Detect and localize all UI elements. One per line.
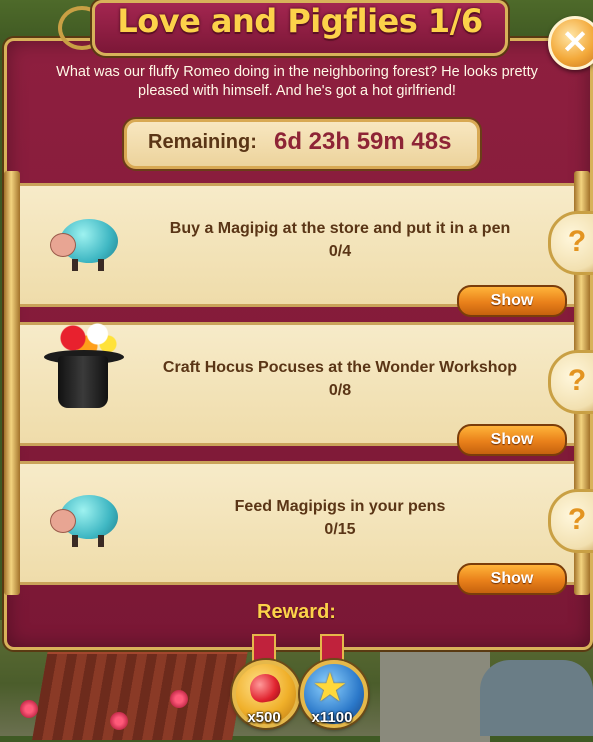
task-progress: 0/4: [328, 243, 352, 260]
close-button[interactable]: ✕: [548, 16, 593, 70]
background-roof: [32, 650, 248, 740]
pig-leg: [98, 259, 104, 271]
remaining-label: Remaining:: [148, 131, 257, 153]
show-button[interactable]: Show: [457, 285, 567, 317]
quest-description: What was our fluffy Romeo doing in the n…: [16, 63, 578, 101]
background-house-right: [480, 660, 593, 736]
task-row: Buy a Magipig at the store and put it in…: [0, 171, 593, 317]
pillar-ornament: [4, 449, 20, 595]
background-flower: [110, 712, 128, 730]
background-house: [380, 640, 490, 742]
background-flower: [170, 690, 188, 708]
pig-leg: [72, 535, 78, 547]
pig-leg: [72, 259, 78, 271]
pillar-ornament: [4, 171, 20, 317]
task-description: Craft Hocus Pocuses at the Wonder Worksh…: [162, 359, 518, 376]
pig-leg: [98, 535, 104, 547]
question-icon: ?: [567, 503, 587, 536]
reward-count: x500: [247, 709, 281, 726]
magipig-bowtie-icon: [50, 489, 120, 547]
pig-snout: [50, 233, 76, 257]
reward-heart-medal: x500: [232, 660, 300, 728]
remaining-time: 6d 23h 59m 48s: [274, 128, 452, 155]
task-progress: 0/15: [324, 521, 356, 538]
question-icon: ?: [567, 225, 587, 258]
dialog-title: Love and Pigflies 1/6: [117, 2, 483, 40]
reward-star-medal: ★ x1100: [300, 660, 368, 728]
heart-icon: [247, 671, 283, 705]
magipig-icon: [50, 213, 120, 271]
task-description: Feed Magipigs in your pens: [234, 498, 446, 515]
question-icon: ?: [567, 364, 587, 397]
task-description: Buy a Magipig at the store and put it in…: [169, 220, 511, 237]
task-progress: 0/8: [328, 382, 352, 399]
task-row: Craft Hocus Pocuses at the Wonder Worksh…: [0, 310, 593, 456]
show-button[interactable]: Show: [457, 563, 567, 595]
pillar-ornament: [4, 310, 20, 456]
task-row: Feed Magipigs in your pens 0/15 ? Show: [0, 449, 593, 595]
reward-label: Reward:: [257, 601, 336, 623]
magic-hat-icon: [44, 316, 130, 420]
close-icon: ✕: [561, 24, 589, 60]
description-line: What was our fluffy Romeo doing in the n…: [56, 64, 538, 80]
description-line: pleased with himself. And he's got a hot…: [138, 83, 456, 99]
star-icon: ★: [312, 666, 348, 710]
reward-count: x1100: [311, 709, 353, 726]
hat-crown: [58, 356, 108, 408]
pig-snout: [50, 509, 76, 533]
background-flower: [20, 700, 38, 718]
show-button[interactable]: Show: [457, 424, 567, 456]
